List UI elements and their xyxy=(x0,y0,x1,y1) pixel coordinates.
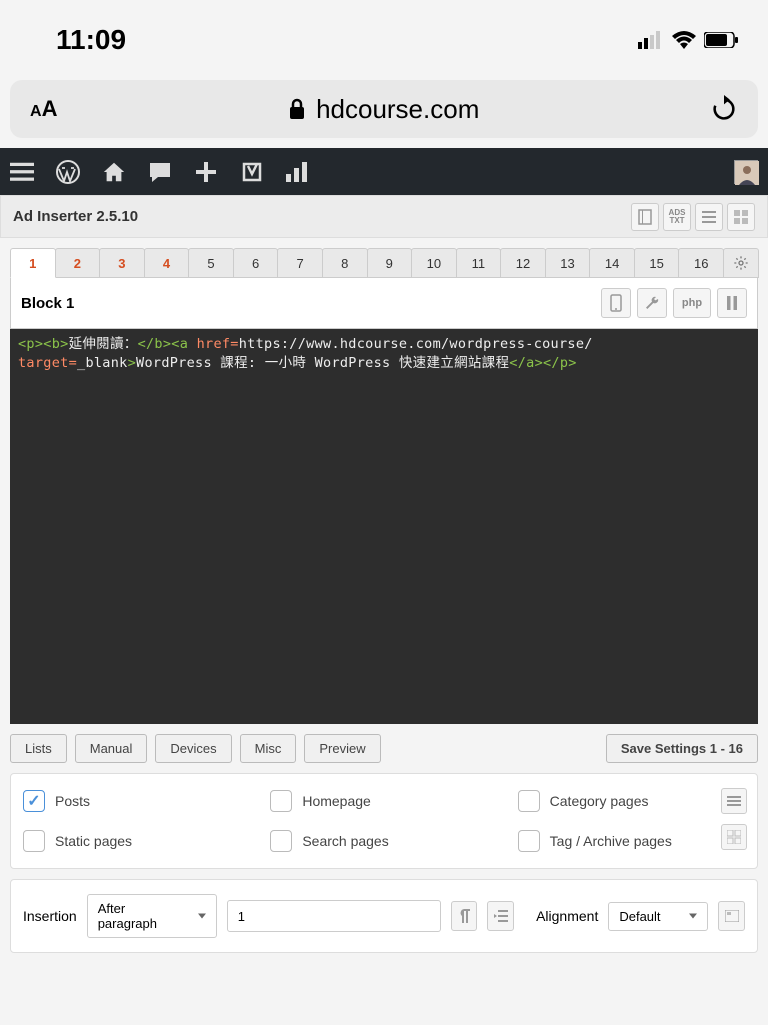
reload-button[interactable] xyxy=(710,95,738,123)
wifi-icon xyxy=(672,31,696,49)
insertion-mode-select[interactable]: After paragraph xyxy=(87,894,217,938)
save-settings-button[interactable]: Save Settings 1 - 16 xyxy=(606,734,758,763)
home-icon[interactable] xyxy=(102,160,126,184)
tab-16[interactable]: 16 xyxy=(678,248,724,278)
adstxt-button[interactable]: ADS TXT xyxy=(663,203,691,231)
plugin-header: Ad Inserter 2.5.10 ADS TXT xyxy=(0,195,768,238)
posts-checkbox[interactable] xyxy=(23,790,45,812)
block-tabs: 1 2 3 4 5 6 7 8 9 10 11 12 13 14 15 16 xyxy=(0,238,768,278)
avatar[interactable] xyxy=(734,160,758,184)
category-checkbox[interactable] xyxy=(518,790,540,812)
code-editor[interactable]: <p><b>延伸閱讀：</b><a href=https://www.hdcou… xyxy=(10,329,758,724)
count-button[interactable] xyxy=(487,901,514,931)
pilcrow-icon xyxy=(458,909,470,923)
search-checkbox-item[interactable]: Search pages xyxy=(270,830,497,852)
preview-button[interactable]: Preview xyxy=(304,734,380,763)
homepage-checkbox[interactable] xyxy=(270,790,292,812)
homepage-label: Homepage xyxy=(302,793,371,809)
tag-checkbox[interactable] xyxy=(518,830,540,852)
tab-10[interactable]: 10 xyxy=(411,248,457,278)
page-types-panel: Posts Homepage Category pages Static pag… xyxy=(10,773,758,869)
action-buttons-row: Lists Manual Devices Misc Preview Save S… xyxy=(10,734,758,763)
ios-status-bar: 11:09 xyxy=(0,0,768,80)
battery-icon xyxy=(704,32,738,48)
tab-6[interactable]: 6 xyxy=(233,248,279,278)
category-checkbox-item[interactable]: Category pages xyxy=(518,790,745,812)
plus-icon[interactable] xyxy=(194,160,218,184)
layout-icon xyxy=(725,910,739,922)
php-button[interactable]: php xyxy=(673,288,711,318)
wp-admin-bar xyxy=(0,148,768,195)
block-title: Block 1 xyxy=(21,295,74,312)
tab-15[interactable]: 15 xyxy=(634,248,680,278)
tab-1[interactable]: 1 xyxy=(10,248,56,278)
url-domain: hdcourse.com xyxy=(316,94,479,125)
comment-icon[interactable] xyxy=(148,160,172,184)
static-label: Static pages xyxy=(55,833,132,849)
url-display: hdcourse.com xyxy=(72,94,695,125)
lock-icon xyxy=(288,98,306,120)
tag-checkbox-item[interactable]: Tag / Archive pages xyxy=(518,830,745,852)
pause-icon xyxy=(727,296,737,310)
paragraph-button[interactable] xyxy=(451,901,478,931)
grid-view-button[interactable] xyxy=(727,203,755,231)
tab-12[interactable]: 12 xyxy=(500,248,546,278)
lists-button[interactable]: Lists xyxy=(10,734,67,763)
wordpress-icon[interactable] xyxy=(56,160,80,184)
browser-url-bar[interactable]: AA hdcourse.com xyxy=(10,80,758,138)
tab-13[interactable]: 13 xyxy=(545,248,591,278)
homepage-checkbox-item[interactable]: Homepage xyxy=(270,790,497,812)
manual-button[interactable]: Manual xyxy=(75,734,148,763)
tab-11[interactable]: 11 xyxy=(456,248,502,278)
plugin-title: Ad Inserter 2.5.10 xyxy=(13,208,138,225)
tab-14[interactable]: 14 xyxy=(589,248,635,278)
static-checkbox-item[interactable]: Static pages xyxy=(23,830,250,852)
cellular-icon xyxy=(638,31,664,49)
devices-button[interactable]: Devices xyxy=(155,734,231,763)
insertion-label: Insertion xyxy=(23,908,77,924)
wrench-icon xyxy=(644,295,660,311)
status-time: 11:09 xyxy=(56,24,126,56)
tab-4[interactable]: 4 xyxy=(144,248,190,278)
yoast-icon[interactable] xyxy=(240,160,264,184)
toggle-simple-button[interactable] xyxy=(721,788,747,814)
docs-button[interactable] xyxy=(631,203,659,231)
alignment-label: Alignment xyxy=(536,908,598,924)
list-indent-icon xyxy=(494,910,508,922)
tab-3[interactable]: 3 xyxy=(99,248,145,278)
tab-8[interactable]: 8 xyxy=(322,248,368,278)
tag-label: Tag / Archive pages xyxy=(550,833,672,849)
tab-settings[interactable] xyxy=(723,248,759,278)
posts-checkbox-item[interactable]: Posts xyxy=(23,790,250,812)
status-icons xyxy=(638,31,738,49)
search-label: Search pages xyxy=(302,833,388,849)
tab-9[interactable]: 9 xyxy=(367,248,413,278)
alignment-preview-button[interactable] xyxy=(718,901,745,931)
static-checkbox[interactable] xyxy=(23,830,45,852)
gear-icon xyxy=(733,255,749,271)
misc-button[interactable]: Misc xyxy=(240,734,297,763)
tab-2[interactable]: 2 xyxy=(55,248,101,278)
menu-icon[interactable] xyxy=(10,160,34,184)
tab-5[interactable]: 5 xyxy=(188,248,234,278)
alignment-select[interactable]: Default xyxy=(608,902,708,931)
block-header: Block 1 php xyxy=(10,278,758,329)
pause-button[interactable] xyxy=(717,288,747,318)
insertion-panel: Insertion After paragraph Alignment Defa… xyxy=(10,879,758,953)
posts-label: Posts xyxy=(55,793,90,809)
mobile-preview-button[interactable] xyxy=(601,288,631,318)
tab-7[interactable]: 7 xyxy=(277,248,323,278)
mobile-icon xyxy=(610,294,622,312)
paragraph-number-input[interactable] xyxy=(227,900,441,932)
reader-aa-button[interactable]: AA xyxy=(30,96,57,122)
toggle-advanced-button[interactable] xyxy=(721,824,747,850)
tools-button[interactable] xyxy=(637,288,667,318)
list-view-button[interactable] xyxy=(695,203,723,231)
stats-icon[interactable] xyxy=(286,160,310,184)
category-label: Category pages xyxy=(550,793,649,809)
search-checkbox[interactable] xyxy=(270,830,292,852)
